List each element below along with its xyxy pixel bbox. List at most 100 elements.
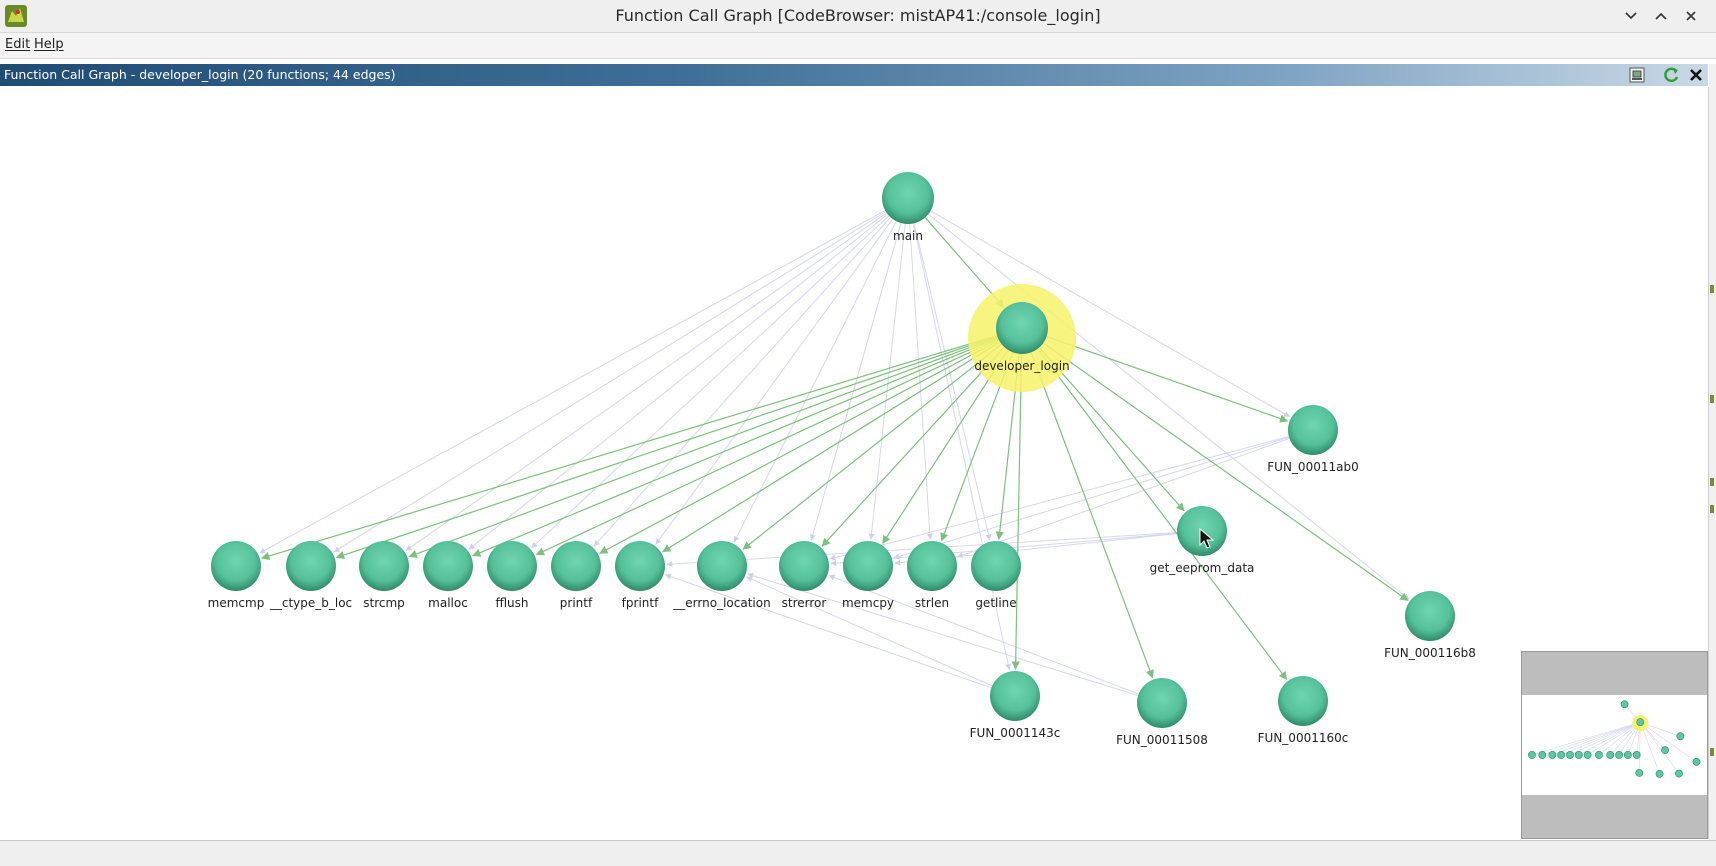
satellite-node-printf xyxy=(1574,751,1583,759)
close-panel-button[interactable] xyxy=(1686,65,1706,85)
node-circle[interactable] xyxy=(1405,591,1455,641)
graph-node-main[interactable]: main xyxy=(882,172,934,243)
graph-node-fflush[interactable]: fflush xyxy=(487,541,537,610)
satellite-node-memcpy xyxy=(1615,751,1623,759)
node-circle[interactable] xyxy=(996,302,1048,354)
graph-node-strcmp[interactable]: strcmp xyxy=(359,541,409,610)
graph-node-FUN_0001160c[interactable]: FUN_0001160c xyxy=(1258,676,1349,745)
satellite-node-__errno_location xyxy=(1595,751,1603,759)
strip-marker xyxy=(1710,285,1714,293)
graph-node-memcpy[interactable]: memcpy xyxy=(842,541,894,610)
faint-edge-FUN_00011ab0-to-memcpy xyxy=(893,436,1290,560)
node-circle[interactable] xyxy=(551,541,601,591)
satellite-edge xyxy=(1640,721,1697,763)
faint-edge-FUN_0001143c-to-__errno_location xyxy=(746,576,993,687)
refresh-icon xyxy=(1664,67,1679,83)
satellite-node-main xyxy=(1620,700,1629,709)
faint-edge-main-to-memcpy xyxy=(868,223,906,540)
faint-edge-main-to-fflush xyxy=(531,215,890,549)
faint-edge-main-to-__errno_location xyxy=(733,220,897,543)
satellite-edge xyxy=(1640,721,1680,774)
node-label: strlen xyxy=(915,596,949,610)
node-circle[interactable] xyxy=(615,541,665,591)
graph-node-malloc[interactable]: malloc xyxy=(423,541,473,610)
graph-node-FUN_00011508[interactable]: FUN_00011508 xyxy=(1116,678,1208,747)
strip-marker xyxy=(1710,505,1714,513)
graph-node-getline[interactable]: getline xyxy=(971,541,1021,610)
node-circle[interactable] xyxy=(487,541,537,591)
minimize-button[interactable] xyxy=(1620,4,1642,28)
call-graph-canvas[interactable]: main developer_login FUN_00011ab0 get_eepro… xyxy=(0,87,1709,839)
call-graph[interactable]: main developer_login FUN_00011ab0 get_eepro… xyxy=(0,87,1708,839)
window-titlebar: Function Call Graph [CodeBrowser: mistAP… xyxy=(0,0,1716,33)
node-circle[interactable] xyxy=(423,541,473,591)
graph-node-__errno_location[interactable]: __errno_location xyxy=(672,541,771,610)
graph-node-FUN_000116b8[interactable]: FUN_000116b8 xyxy=(1384,591,1476,660)
satellite-node-FUN_0001160c xyxy=(1675,769,1683,778)
call-edge-developer_login-to-FUN_0001160c xyxy=(1037,348,1288,681)
strip-marker xyxy=(1710,395,1714,403)
snapshot-button[interactable] xyxy=(1627,65,1647,85)
close-icon xyxy=(1686,11,1696,21)
faint-edge-main-to-fprintf xyxy=(655,218,894,545)
satellite-viewport[interactable] xyxy=(1522,695,1707,795)
node-circle[interactable] xyxy=(1288,405,1338,455)
node-circle[interactable] xyxy=(779,541,829,591)
graph-node-memcmp[interactable]: memcmp xyxy=(208,541,265,610)
faint-edge-main-to-getline xyxy=(913,223,992,541)
satellite-node-get_eeprom_data xyxy=(1661,746,1669,755)
graph-node-strlen[interactable]: strlen xyxy=(907,541,957,610)
node-circle[interactable] xyxy=(286,541,336,591)
side-strip xyxy=(1709,64,1716,840)
node-circle[interactable] xyxy=(882,172,934,224)
satellite-node-fflush xyxy=(1566,751,1574,759)
call-edge-developer_login-to-memcmp xyxy=(261,334,998,561)
faint-edge-main-to-strlen xyxy=(909,223,933,540)
node-circle[interactable] xyxy=(359,541,409,591)
graph-node-FUN_0001143c[interactable]: FUN_0001143c xyxy=(970,671,1061,740)
faint-edge-main-to-__ctype_b_loc xyxy=(333,211,887,553)
graph-node-developer_login[interactable]: developer_login xyxy=(968,284,1076,392)
menu-bar: Edit Help xyxy=(0,33,1716,59)
call-edges xyxy=(261,217,1409,681)
chevron-up-icon xyxy=(1655,12,1667,20)
satellite-node-__ctype_b_loc xyxy=(1538,751,1547,759)
node-circle[interactable] xyxy=(211,541,261,591)
satellite-graph xyxy=(1528,700,1701,778)
graph-node-fprintf[interactable]: fprintf xyxy=(615,541,665,610)
satellite-overview[interactable] xyxy=(1521,651,1708,839)
node-circle[interactable] xyxy=(1137,678,1187,728)
graph-node-strerror[interactable]: strerror xyxy=(779,541,829,610)
node-circle[interactable] xyxy=(1278,676,1328,726)
call-edge-developer_login-to-FUN_00011508 xyxy=(1030,352,1154,679)
node-circle[interactable] xyxy=(907,541,957,591)
graph-node-__ctype_b_loc[interactable]: __ctype_b_loc xyxy=(269,541,352,610)
node-label: FUN_00011ab0 xyxy=(1267,460,1358,474)
faint-edges xyxy=(259,210,1410,697)
node-label: fprintf xyxy=(622,596,659,610)
faint-edge-main-to-malloc xyxy=(468,213,889,550)
refresh-button[interactable] xyxy=(1661,65,1681,85)
satellite-node-getline xyxy=(1632,751,1641,759)
call-edge-developer_login-to-strcmp xyxy=(408,336,998,558)
call-edge-developer_login-to-malloc xyxy=(472,337,999,557)
close-window-button[interactable] xyxy=(1680,4,1702,28)
node-label: FUN_000116b8 xyxy=(1384,646,1476,660)
menu-help[interactable]: Help xyxy=(34,37,64,52)
maximize-button[interactable] xyxy=(1650,4,1672,28)
node-circle[interactable] xyxy=(697,541,747,591)
node-circle[interactable] xyxy=(971,541,1021,591)
strip-marker xyxy=(1710,748,1714,756)
node-label: getline xyxy=(975,596,1016,610)
node-circle[interactable] xyxy=(990,671,1040,721)
satellite-node-malloc xyxy=(1557,751,1566,759)
satellite-node-fprintf xyxy=(1583,751,1592,759)
node-label: __errno_location xyxy=(672,596,770,610)
menu-edit[interactable]: Edit xyxy=(5,37,30,52)
faint-edge-FUN_0001143c-to-fprintf xyxy=(664,573,992,689)
satellite-node-FUN_0001143c xyxy=(1635,768,1644,777)
node-label: fflush xyxy=(495,596,528,610)
graph-node-printf[interactable]: printf xyxy=(551,541,601,610)
node-circle[interactable] xyxy=(843,541,893,591)
node-label: memcpy xyxy=(842,596,894,610)
